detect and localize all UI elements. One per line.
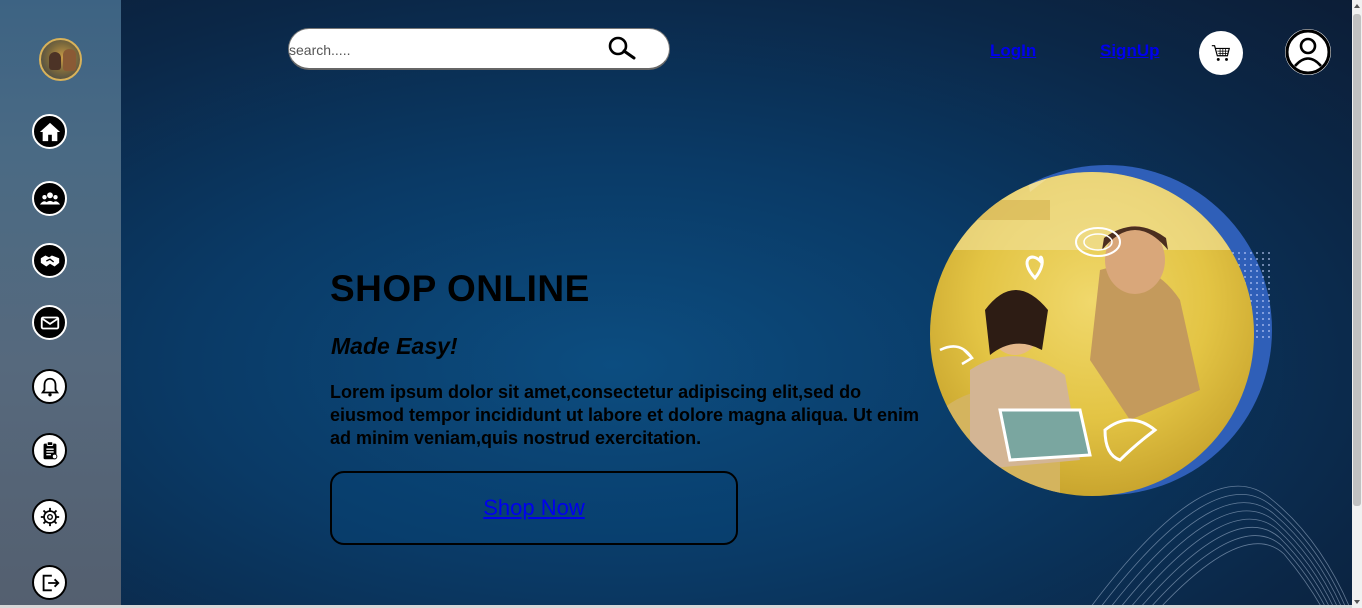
search-icon xyxy=(608,36,636,60)
sidebar-avatar[interactable] xyxy=(39,38,82,81)
sidebar-item-orders[interactable] xyxy=(32,433,67,468)
users-group-icon xyxy=(39,191,60,204)
signup-link[interactable]: SignUp xyxy=(1100,41,1160,61)
scroll-up-arrow-icon[interactable] xyxy=(1354,4,1360,8)
logout-icon xyxy=(42,574,60,591)
bell-icon xyxy=(40,377,59,396)
mail-icon xyxy=(40,316,59,329)
gear-icon xyxy=(40,507,59,526)
search-box xyxy=(288,28,670,70)
sidebar-item-logout[interactable] xyxy=(32,565,67,600)
clipboard-icon xyxy=(43,440,57,459)
sidebar xyxy=(0,0,121,608)
home-icon xyxy=(39,122,60,141)
cart-button[interactable] xyxy=(1199,31,1243,75)
hero-image xyxy=(930,160,1275,505)
handshake-icon xyxy=(40,255,59,266)
page-scrollbar[interactable] xyxy=(1352,0,1362,608)
search-input[interactable] xyxy=(289,38,589,62)
search-button[interactable] xyxy=(603,35,639,63)
hero-title: SHOP ONLINE xyxy=(330,268,590,309)
sidebar-item-home[interactable] xyxy=(32,114,67,149)
shop-now-link[interactable]: Shop Now xyxy=(483,495,585,521)
login-link[interactable]: LogIn xyxy=(990,41,1036,61)
profile-button[interactable] xyxy=(1285,29,1331,75)
scroll-down-arrow-icon[interactable] xyxy=(1354,600,1360,604)
hero-description: Lorem ipsum dolor sit amet,consectetur a… xyxy=(330,382,920,448)
cart-icon xyxy=(1211,45,1231,61)
user-profile-icon xyxy=(1285,29,1331,75)
sidebar-item-settings[interactable] xyxy=(32,499,67,534)
sidebar-item-users[interactable] xyxy=(32,181,67,216)
sidebar-item-partners[interactable] xyxy=(32,243,67,278)
scroll-thumb[interactable] xyxy=(1353,14,1361,506)
shop-now-button[interactable]: Shop Now xyxy=(330,471,738,545)
sidebar-item-messages[interactable] xyxy=(32,305,67,340)
wave-decoration xyxy=(1090,485,1350,608)
sidebar-item-notifications[interactable] xyxy=(32,369,67,404)
hero-subtitle: Made Easy! xyxy=(331,333,458,359)
